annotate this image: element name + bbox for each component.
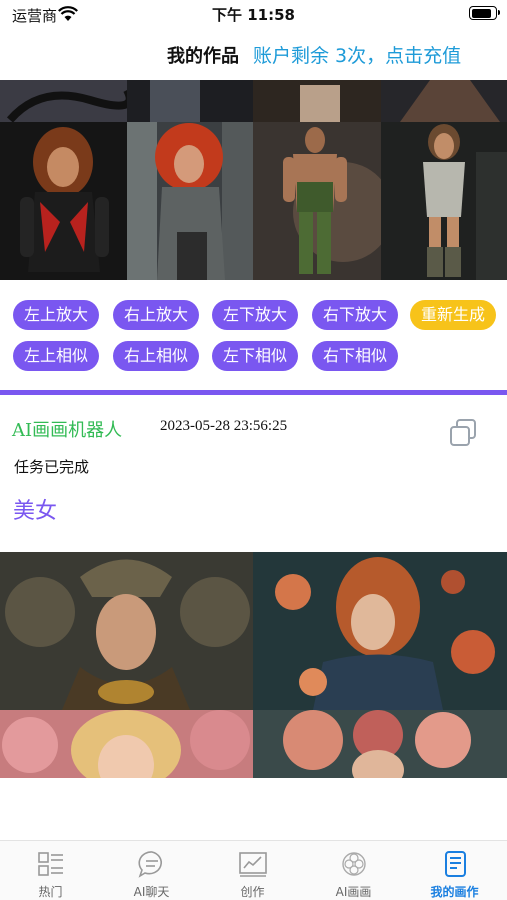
page-title: 我的作品 [167,46,239,67]
section-divider [0,390,507,395]
tab-hot[interactable]: 热门 [0,841,101,900]
document-icon [445,851,466,877]
bottom-tab-bar: 热门 AI聊天 创作 AI画画 我的画作 [0,840,507,900]
variation-top-right-button[interactable]: 右上相似 [113,341,199,371]
clock: 下午 11:58 [212,6,295,24]
tab-label: AI画画 [335,885,372,899]
upscale-bottom-left-button[interactable]: 左下放大 [212,300,298,330]
prompt-text: 美女 [13,499,58,524]
tab-label: 热门 [38,885,63,899]
flower-icon [342,852,366,876]
header: 我的作品 账户剩余 3次，点击充值 [0,34,507,74]
upscale-top-right-button[interactable]: 右上放大 [113,300,199,330]
recharge-link[interactable]: 账户剩余 3次，点击充值 [253,41,461,68]
image-cell-4[interactable] [381,122,507,280]
upscale-bottom-right-button[interactable]: 右下放大 [312,300,398,330]
list-icon [38,852,63,876]
variation-bottom-right-button[interactable]: 右下相似 [312,341,398,371]
status-bar: 运营商 下午 11:58 [0,0,507,30]
tab-label: 创作 [240,885,265,899]
generated-image-grid-top[interactable] [0,80,507,280]
image-cell-8[interactable] [253,710,507,778]
upscale-top-left-button[interactable]: 左上放大 [13,300,99,330]
image-cell-6[interactable] [253,552,507,710]
task-timestamp: 2023-05-28 23:56:25 [160,418,288,434]
variation-bottom-left-button[interactable]: 左下相似 [212,341,298,371]
image-cell-2[interactable] [127,122,253,280]
regenerate-button[interactable]: 重新生成 [410,300,496,330]
tab-create[interactable]: 创作 [202,841,303,900]
bot-name: AI画画机器人 [12,420,123,441]
tab-label: AI聊天 [133,885,170,899]
chat-icon [138,851,162,878]
tab-my-paintings[interactable]: 我的画作 [404,841,505,900]
image-cell-1[interactable] [0,122,127,280]
tab-ai-chat[interactable]: AI聊天 [101,841,202,900]
image-cell-7[interactable] [0,710,253,778]
image-cell-3[interactable] [253,122,381,280]
tab-ai-draw[interactable]: AI画画 [303,841,404,900]
generated-image-grid-bottom[interactable] [0,552,507,778]
image-top-strip [0,80,507,122]
copy-icon[interactable] [448,418,480,448]
image-cell-5[interactable] [0,552,253,710]
tab-label: 我的画作 [430,885,479,899]
variation-top-left-button[interactable]: 左上相似 [13,341,99,371]
chart-icon [239,852,267,877]
task-status: 任务已完成 [14,458,90,476]
battery-icon [469,6,500,20]
